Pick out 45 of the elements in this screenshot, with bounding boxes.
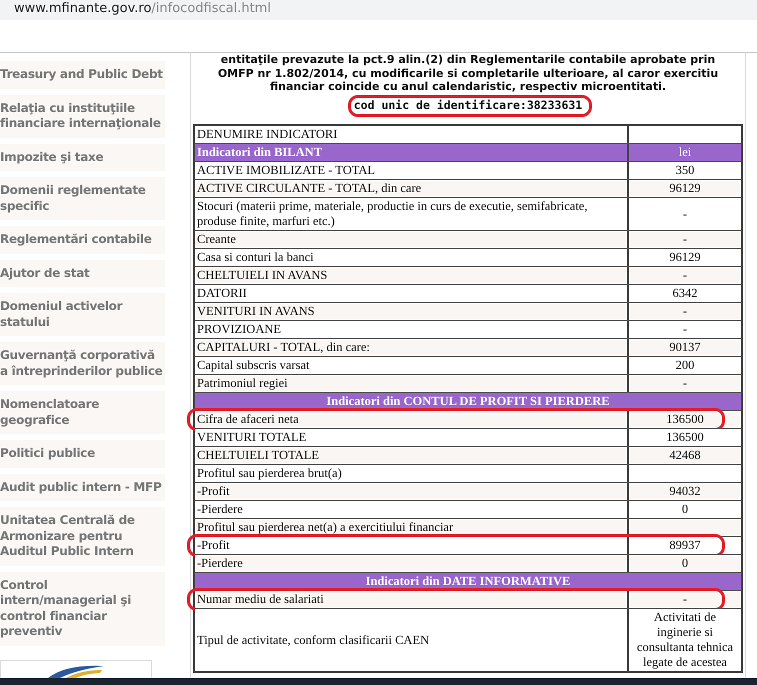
table-cell-text: Casa si conturi la banci: [196, 249, 315, 266]
sidebar-link[interactable]: Impozite şi taxe: [0, 144, 165, 171]
sidebar-link[interactable]: Audit public intern - MFP: [0, 474, 165, 501]
table-heading: lei: [627, 144, 741, 161]
table-cell-text: -Pierdere: [196, 555, 244, 572]
sidebar-link[interactable]: Reglementări contabile: [0, 226, 165, 254]
table-cell-text: DENUMIRE INDICATORI: [196, 126, 338, 143]
table-cell-text: Creante: [196, 231, 237, 248]
sidebar-link[interactable]: Ajutor de stat: [0, 260, 165, 287]
sidebar-link[interactable]: Guvernanţă corporativă a întreprinderilor publice: [0, 342, 165, 385]
table-cell-text: -Profit: [196, 483, 231, 500]
table-cell-text: CHELTUIELI TOTALE: [196, 447, 320, 464]
sidebar-link[interactable]: Domeniul activelor statului: [0, 293, 165, 336]
url-path: /infocodfiscal.html: [151, 1, 271, 16]
table-cell-text: Profitul sau pierderea brut(a): [196, 465, 343, 482]
table-heading: Indicatori din BILANT: [195, 144, 627, 161]
table-cell-text: VENITURI IN AVANS: [196, 303, 316, 320]
sidebar-link[interactable]: Domenii reglementate specific: [0, 177, 165, 220]
table-cell-text: Stocuri (materii prime, materiale, productie in curs de executie, semifabricate, produse finite, marfuri etc.): [196, 198, 588, 230]
table-cell: Activitati de inginerie si consultanta tehnica legate de acestea: [627, 609, 741, 671]
table-cell-text: DATORII: [196, 285, 248, 302]
table-cell-text: -Profit: [196, 537, 231, 554]
sidebar-link[interactable]: Control intern/managerial şi control financiar preventiv: [0, 572, 165, 646]
sidebar-link[interactable]: Politici publice: [0, 440, 165, 468]
url-domain: www.mfinante.gov.ro: [14, 1, 152, 16]
sidebar-link[interactable]: Treasury and Public Debt: [0, 61, 165, 88]
sidebar-link[interactable]: Nomenclatoare geografice: [0, 391, 165, 434]
table-cell-text: Patrimoniul regiei: [196, 375, 289, 392]
table-cell-text: Profitul sau pierderea net(a) a exercitiului financiar: [196, 519, 454, 536]
table-cell-text: Tipul de activitate, conform clasificarii CAEN: [196, 632, 430, 649]
address-bar[interactable]: www.mfinante.gov.ro/infocodfiscal.html: [0, 0, 757, 20]
table-cell-text: ACTIVE IMOBILIZATE - TOTAL: [196, 162, 376, 179]
sidebar-link[interactable]: Unitatea Centrală de Armonizare pentru Auditul Public Intern: [0, 507, 165, 566]
table-cell-text: PROVIZIOANE: [196, 321, 282, 338]
sidebar-link[interactable]: Relaţia cu instituţiile financiare internaţionale: [0, 94, 165, 138]
table-cell-text: VENITURI TOTALE: [196, 429, 308, 446]
intro-text: entitaţile prevazute la pct.9 alin.(2) din Reglementarile contabile aprobate prin OMFP nr 1.802/2014, cu modificarile si completarile ulterioare, al caror exercitiu financiar coincide cu anul calendaristic, respectiv microentitati.: [216, 53, 720, 94]
table-cell-text: ACTIVE CIRCULANTE - TOTAL, din care: [196, 180, 422, 197]
table-cell-text: CHELTUIELI IN AVANS: [196, 267, 328, 284]
table-cell-text: Capital subscris varsat: [196, 357, 310, 374]
table-cell-text: Cifra de afaceri neta: [196, 411, 300, 428]
company-id-text: cod unic de identificare:38233631: [354, 98, 582, 112]
table-cell-text: Numar mediu de salariati: [196, 591, 325, 608]
table-cell-text: -Pierdere: [196, 501, 244, 518]
table-cell-text: CAPITALURI - TOTAL, din care:: [196, 339, 371, 356]
